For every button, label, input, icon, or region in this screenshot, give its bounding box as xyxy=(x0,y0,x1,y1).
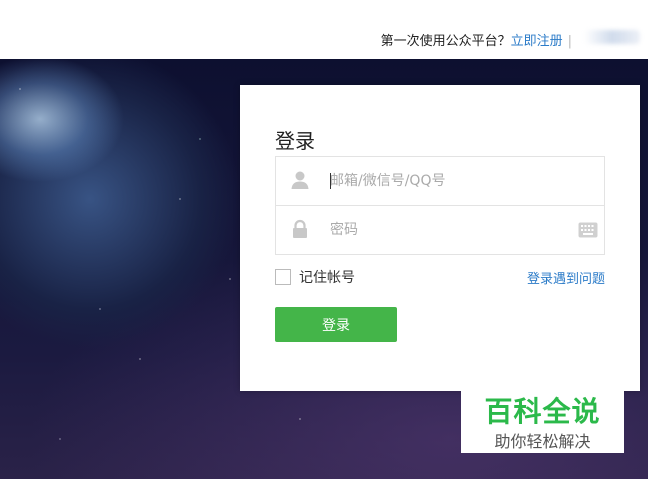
register-prompt: 第一次使用公众平台？立即注册 | xyxy=(381,30,572,49)
register-prompt-text: 第一次使用公众平台？ xyxy=(380,34,511,49)
watermark-subtitle: 助你轻松解决 xyxy=(494,432,591,451)
lock-icon xyxy=(290,219,310,239)
account-input[interactable] xyxy=(330,169,570,193)
remember-account-checkbox[interactable]: 记住帐号 xyxy=(275,268,355,286)
login-trouble-link[interactable]: 登录遇到问题 xyxy=(527,268,605,287)
watermark: 百科全说 助你轻松解决 xyxy=(461,386,624,453)
account-field[interactable] xyxy=(275,156,605,206)
top-bar: 第一次使用公众平台？立即注册 | xyxy=(0,0,648,59)
blurred-link xyxy=(584,30,640,44)
user-icon xyxy=(290,170,310,190)
login-button[interactable]: 登录 xyxy=(275,307,397,342)
keyboard-icon[interactable] xyxy=(578,222,598,238)
password-input[interactable] xyxy=(330,218,570,242)
watermark-title: 百科全说 xyxy=(484,395,601,428)
header-separator: | xyxy=(567,34,572,49)
checkbox-box[interactable] xyxy=(275,269,291,285)
register-link[interactable]: 立即注册 xyxy=(511,34,563,49)
remember-label: 记住帐号 xyxy=(299,270,355,286)
login-card: 登录 邮箱/微信号/QQ号 记住帐号 登录遇到问题 登录 xyxy=(240,85,640,391)
login-title: 登录 xyxy=(275,129,315,153)
password-field[interactable] xyxy=(275,205,605,255)
